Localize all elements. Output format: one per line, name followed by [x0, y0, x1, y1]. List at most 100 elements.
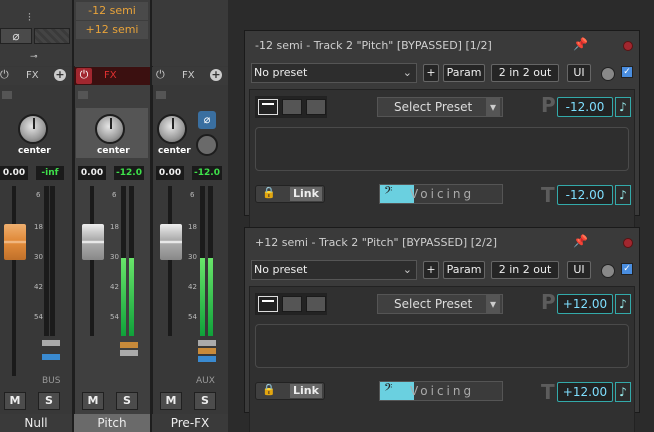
note-button[interactable]: ♪ — [615, 97, 631, 117]
enable-checkbox[interactable]: ✓ — [621, 66, 633, 78]
plugin-window-2: +12 semi - Track 2 "Pitch" [BYPASSED] [2… — [244, 227, 640, 432]
fx-slot-1[interactable]: -12 semi — [76, 2, 148, 20]
routing-button[interactable]: 2 in 2 out — [491, 261, 559, 279]
note-button[interactable]: ♪ — [615, 382, 631, 402]
fx-button-label[interactable]: FX — [104, 70, 117, 81]
note-button[interactable]: ♪ — [615, 294, 631, 314]
solo-button[interactable]: S — [38, 392, 60, 410]
track-name-selected[interactable]: Pitch — [74, 414, 150, 432]
lock-icon[interactable]: 🔒 — [262, 186, 276, 199]
volume-readout[interactable]: 0.00 — [156, 166, 184, 180]
pitch-label: P — [541, 93, 556, 117]
mute-button[interactable]: M — [82, 392, 104, 410]
scale-tick: 54 — [34, 313, 43, 321]
mode-selector — [255, 293, 327, 315]
routing-button[interactable]: 2 in 2 out — [491, 64, 559, 82]
mode-multi-button[interactable] — [306, 99, 326, 115]
width-icon[interactable]: ⊸ — [30, 52, 42, 62]
volume-fader[interactable] — [82, 224, 104, 260]
voicing-slider[interactable]: 𝄢 Voicing — [379, 381, 503, 401]
enable-checkbox[interactable]: ✓ — [621, 263, 633, 275]
power-icon[interactable]: ⏻ — [0, 68, 14, 84]
note-button[interactable]: ♪ — [615, 185, 631, 205]
pan-knob[interactable] — [157, 114, 187, 144]
ui-button[interactable]: UI — [567, 261, 591, 279]
scale-tick: 42 — [188, 283, 197, 291]
level-meter — [50, 186, 55, 336]
pan-label: center — [158, 146, 191, 156]
volume-readout[interactable]: 0.00 — [78, 166, 106, 180]
pin-icon[interactable]: 📌 — [573, 37, 588, 51]
mode-block-button[interactable] — [282, 296, 302, 312]
link-button[interactable]: Link — [290, 187, 322, 201]
bass-clef-icon: 𝄢 — [384, 382, 393, 397]
track-name[interactable]: Null — [0, 414, 72, 432]
add-fx-icon[interactable]: + — [54, 69, 66, 81]
tune-value[interactable]: -12.00 — [557, 185, 613, 205]
scale-tick: 18 — [188, 223, 197, 231]
ui-button[interactable]: UI — [567, 64, 591, 82]
add-fx-icon[interactable]: + — [210, 69, 222, 81]
wet-knob[interactable] — [601, 264, 615, 278]
solo-button[interactable]: S — [194, 392, 216, 410]
mode-block-button[interactable] — [282, 99, 302, 115]
scale-tick: 42 — [34, 283, 43, 291]
mode-multi-button[interactable] — [306, 296, 326, 312]
bus-label: BUS — [42, 376, 61, 386]
select-preset-dropdown[interactable]: Select Preset ▾ — [377, 294, 503, 314]
peak-readout[interactable]: -12.0 — [114, 166, 144, 180]
add-preset-button[interactable]: + — [423, 261, 439, 279]
fx-button-label[interactable]: FX — [26, 70, 39, 81]
mono-icon[interactable] — [34, 28, 70, 44]
pan-knob[interactable] — [95, 114, 125, 144]
track-name[interactable]: Pre-FX — [152, 414, 228, 432]
power-icon-bypassed[interactable]: ⏻ — [76, 68, 92, 84]
fx-send-toggle[interactable]: ⌀ — [198, 111, 216, 129]
select-preset-dropdown[interactable]: Select Preset ▾ — [377, 97, 503, 117]
solo-button[interactable]: S — [116, 392, 138, 410]
mute-button[interactable]: M — [4, 392, 26, 410]
preset-dropdown[interactable]: No preset ⌄ — [251, 63, 417, 83]
volume-fader[interactable] — [4, 224, 26, 260]
mode-single-button[interactable] — [258, 296, 278, 312]
volume-readout[interactable]: 0.00 — [0, 166, 28, 180]
close-dot[interactable] — [623, 41, 633, 51]
tune-value[interactable]: +12.00 — [557, 382, 613, 402]
link-button[interactable]: Link — [290, 384, 322, 398]
routing-icon[interactable]: ⫶ — [28, 12, 40, 24]
width-knob[interactable] — [196, 134, 218, 156]
power-icon[interactable]: ⏻ — [156, 68, 170, 84]
window-titlebar[interactable]: +12 semi - Track 2 "Pitch" [BYPASSED] [2… — [245, 228, 639, 256]
mode-single-button[interactable] — [258, 99, 278, 115]
add-preset-button[interactable]: + — [423, 64, 439, 82]
param-button[interactable]: Param — [443, 64, 485, 82]
scale-tick: 6 — [36, 191, 41, 199]
pan-knob[interactable] — [18, 114, 48, 144]
scale-tick: 30 — [188, 253, 197, 261]
meter-fill — [200, 258, 205, 336]
fx-button-label[interactable]: FX — [182, 70, 195, 81]
pitch-value[interactable]: -12.00 — [557, 97, 613, 117]
wet-knob[interactable] — [601, 67, 615, 81]
folder-icon — [156, 91, 166, 99]
close-dot[interactable] — [623, 238, 633, 248]
lock-icon[interactable]: 🔒 — [262, 383, 276, 396]
mute-button[interactable]: M — [160, 392, 182, 410]
meter-fill — [121, 258, 126, 336]
meter-fill — [129, 258, 134, 336]
fx-slot-2[interactable]: +12 semi — [76, 21, 148, 39]
param-button[interactable]: Param — [443, 261, 485, 279]
pin-icon[interactable]: 📌 — [573, 234, 588, 248]
peak-readout[interactable]: -inf — [36, 166, 64, 180]
phase-invert-icon[interactable]: ⌀ — [0, 28, 32, 44]
voicing-slider[interactable]: 𝄢 Voicing — [379, 184, 503, 204]
voicing-label: Voicing — [410, 187, 475, 201]
peak-readout[interactable]: -12.0 — [192, 166, 222, 180]
scale-tick: 54 — [110, 313, 119, 321]
preset-dropdown[interactable]: No preset ⌄ — [251, 260, 417, 280]
window-titlebar[interactable]: -12 semi - Track 2 "Pitch" [BYPASSED] [1… — [245, 31, 639, 59]
preset-value: No preset — [254, 263, 308, 276]
plugin-window-1: -12 semi - Track 2 "Pitch" [BYPASSED] [1… — [244, 30, 640, 237]
volume-fader[interactable] — [160, 224, 182, 260]
pitch-value[interactable]: +12.00 — [557, 294, 613, 314]
